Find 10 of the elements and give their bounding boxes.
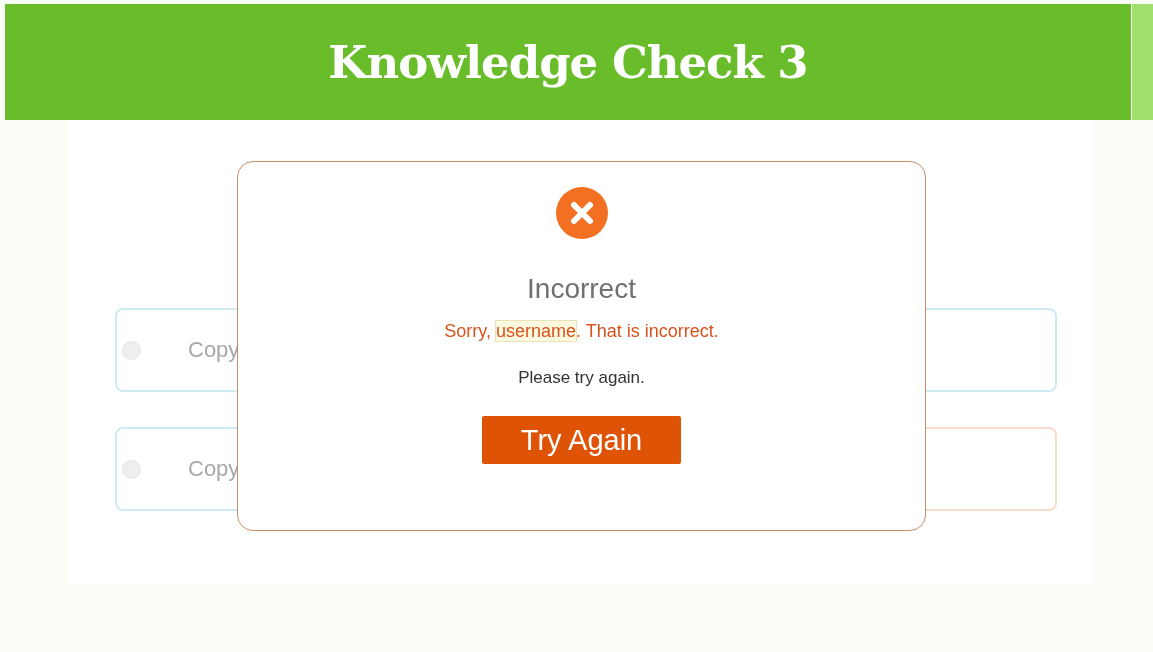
feedback-message: Sorry, username. That is incorrect.: [444, 321, 719, 342]
radio-button[interactable]: [122, 340, 141, 360]
radio-button[interactable]: [122, 459, 141, 479]
option-label: Copy: [188, 456, 240, 482]
page-title: Knowledge Check 3: [328, 35, 808, 89]
error-icon: [555, 187, 608, 239]
hint-text: Please try again.: [518, 368, 645, 388]
dialog-title: Incorrect: [527, 273, 636, 305]
try-again-button[interactable]: Try Again: [482, 416, 681, 464]
option-label: Copy: [188, 337, 240, 363]
